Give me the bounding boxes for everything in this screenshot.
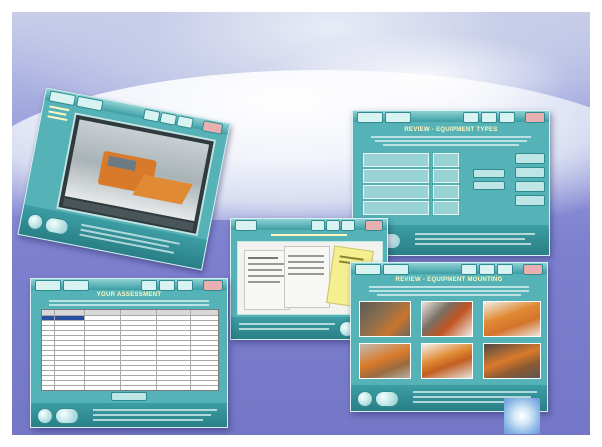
menu-tab[interactable] <box>48 90 77 107</box>
menu-tab[interactable] <box>75 95 104 112</box>
snow-glow <box>272 32 572 122</box>
types-topbar <box>353 111 549 123</box>
back-button[interactable] <box>25 212 45 232</box>
answer-slot[interactable] <box>363 201 429 215</box>
exit-icon[interactable] <box>203 280 223 291</box>
nav-icon[interactable] <box>499 112 515 123</box>
play-control[interactable] <box>43 215 71 237</box>
nav-icon[interactable] <box>341 220 355 231</box>
category-button[interactable] <box>515 195 545 206</box>
back-button[interactable] <box>357 391 373 407</box>
assessment-title: YOUR ASSESSMENT <box>96 292 162 298</box>
nav-icon[interactable] <box>176 115 194 130</box>
menu-tab[interactable] <box>63 280 89 291</box>
nav-icon[interactable] <box>177 280 193 291</box>
nav-icon[interactable] <box>311 220 325 231</box>
nav-icon[interactable] <box>142 108 161 123</box>
category-button[interactable] <box>515 181 545 192</box>
nav-icon[interactable] <box>326 220 340 231</box>
snowplow-blade <box>132 174 193 205</box>
equipment-photo[interactable] <box>421 343 473 379</box>
slide-canvas: REVIEW - EQUIPMENT TYPES YOUR ASSESSMENT… <box>12 12 590 435</box>
menu-tab[interactable] <box>383 264 409 275</box>
nav-icon[interactable] <box>461 264 477 275</box>
category-button[interactable] <box>515 153 545 164</box>
answer-target[interactable] <box>433 169 459 183</box>
assessment-topbar <box>31 279 227 291</box>
video-sidebar-label <box>47 105 72 122</box>
option-button[interactable] <box>473 169 505 178</box>
nav-icon[interactable] <box>141 280 157 291</box>
assessment-bottombar <box>31 403 227 427</box>
menu-tab[interactable] <box>35 280 61 291</box>
assessment-screen: YOUR ASSESSMENT <box>30 278 228 428</box>
mounting-topbar <box>351 263 547 275</box>
answer-slot[interactable] <box>363 169 429 183</box>
play-control[interactable] <box>55 408 79 424</box>
category-button[interactable] <box>515 167 545 178</box>
snowflake-ornament <box>504 398 540 434</box>
exit-icon[interactable] <box>201 120 224 135</box>
equipment-mounting-screen: REVIEW - EQUIPMENT MOUNTING <box>350 262 548 412</box>
types-title: REVIEW - EQUIPMENT TYPES <box>404 127 498 133</box>
nav-icon[interactable] <box>159 280 175 291</box>
nav-icon[interactable] <box>159 111 178 126</box>
assessment-table <box>41 309 219 391</box>
answer-target[interactable] <box>433 201 459 215</box>
equipment-photo[interactable] <box>421 301 473 337</box>
nav-icon[interactable] <box>463 112 479 123</box>
print-button[interactable] <box>111 392 147 401</box>
answer-slot[interactable] <box>363 185 429 199</box>
play-control[interactable] <box>375 391 399 407</box>
equipment-photo[interactable] <box>483 343 541 379</box>
nav-icon[interactable] <box>479 264 495 275</box>
equipment-photo[interactable] <box>359 301 411 337</box>
menu-tab[interactable] <box>355 264 381 275</box>
exit-icon[interactable] <box>523 264 543 275</box>
equipment-photo[interactable] <box>359 343 411 379</box>
option-button[interactable] <box>473 181 505 190</box>
answer-slot[interactable] <box>363 153 429 167</box>
menu-tab[interactable] <box>385 112 411 123</box>
table-page[interactable] <box>284 246 330 308</box>
back-button[interactable] <box>37 408 53 424</box>
nav-icon[interactable] <box>497 264 513 275</box>
exit-icon[interactable] <box>365 220 383 231</box>
mounting-title: REVIEW - EQUIPMENT MOUNTING <box>395 277 503 283</box>
exit-icon[interactable] <box>525 112 545 123</box>
nav-icon[interactable] <box>481 112 497 123</box>
docs-topbar <box>231 219 387 231</box>
answer-target[interactable] <box>433 153 459 167</box>
menu-tab[interactable] <box>235 220 257 231</box>
menu-tab[interactable] <box>357 112 383 123</box>
equipment-photo[interactable] <box>483 301 541 337</box>
answer-target[interactable] <box>433 185 459 199</box>
